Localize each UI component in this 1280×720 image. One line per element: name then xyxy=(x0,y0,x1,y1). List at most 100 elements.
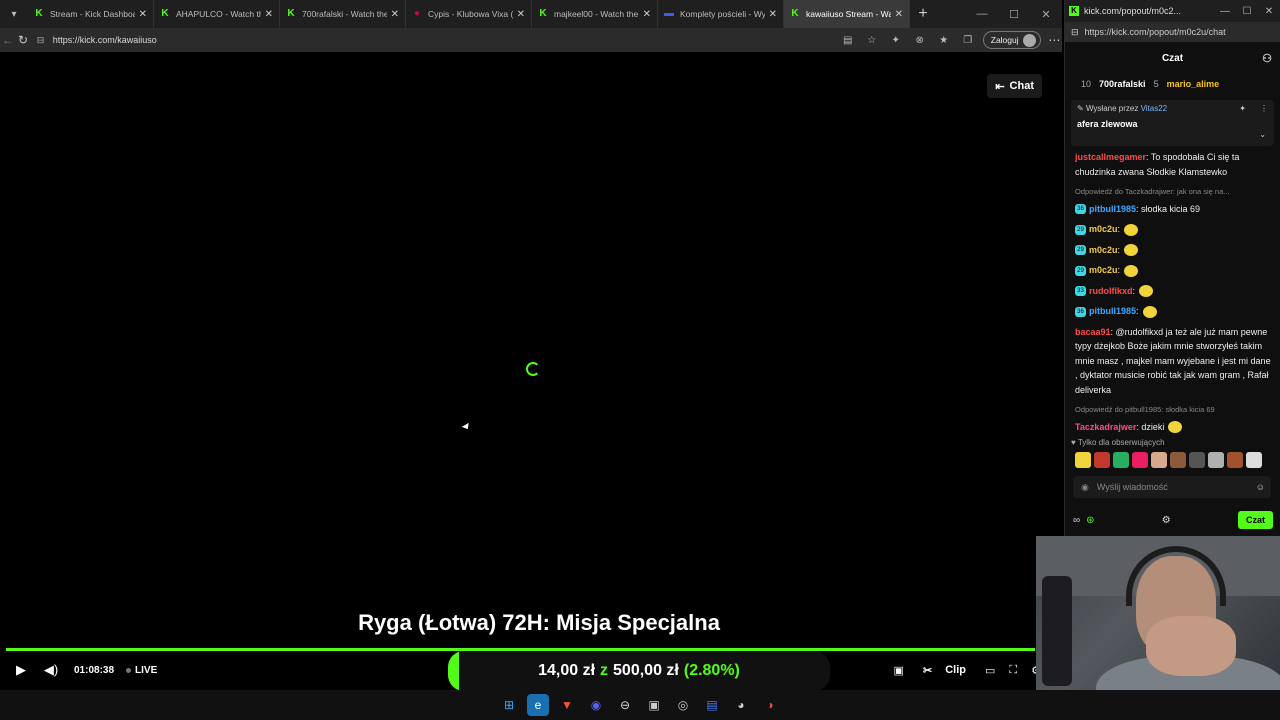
pinned-by-prefix: Wysłane przez xyxy=(1085,104,1139,113)
pinned-message[interactable]: ✎ Wysłane przez Vitas22 afera zlewowa ✦ … xyxy=(1071,100,1274,146)
live-indicator[interactable]: LIVE xyxy=(126,665,157,676)
video-player[interactable]: ⇤ Chat Ryga (Łotwa) 72H: Misja Specjalna… xyxy=(6,52,1056,690)
tab-6-active[interactable]: Kkawaiiuso Stream - Watc ✕ xyxy=(784,0,910,28)
chat-users-icon[interactable]: ⚇ xyxy=(1262,52,1272,65)
reply-context[interactable]: Odpowiedź do Taczkadrajwer: jak ona się … xyxy=(1075,185,1275,200)
chat-username[interactable]: bacaa91 xyxy=(1075,327,1111,337)
tab-3[interactable]: ● Cypis - Klubowa Vixa (Kr ✕ xyxy=(406,0,532,28)
close-icon[interactable]: ✕ xyxy=(769,9,777,20)
more-vertical-icon[interactable]: ⋮ xyxy=(1260,104,1268,113)
volume-icon[interactable]: ◀) xyxy=(36,656,66,684)
loading-spinner-icon xyxy=(526,362,540,376)
steam-icon[interactable]: ◎ xyxy=(672,694,694,716)
reply-context[interactable]: Odpowiedź do pitbull1985: słodka kicia 6… xyxy=(1075,403,1275,418)
edge-icon[interactable]: e xyxy=(527,694,549,716)
miniplayer-icon[interactable]: ▣ xyxy=(889,656,909,684)
chat-username[interactable]: pitbull1985 xyxy=(1089,306,1136,316)
close-icon[interactable]: ✕ xyxy=(643,9,651,20)
url-text: https://kick.com/kawaiiuso xyxy=(52,35,157,45)
emote-icon[interactable] xyxy=(1094,452,1110,468)
store-icon[interactable]: ▤ xyxy=(701,694,723,716)
emote-icon[interactable] xyxy=(1208,452,1224,468)
gifter-name[interactable]: mario_alime xyxy=(1167,79,1220,89)
more-menu-icon[interactable]: ⋯ xyxy=(1047,28,1062,52)
theater-mode-icon[interactable]: ▭ xyxy=(980,656,1000,684)
extensions-icon[interactable]: ✦ xyxy=(885,30,907,50)
fullscreen-icon[interactable]: ⛶ xyxy=(1004,656,1022,684)
chat-toggle-button[interactable]: ⇤ Chat xyxy=(987,74,1042,98)
chat-username[interactable]: m0c2u xyxy=(1089,245,1118,255)
address-bar: ← ↻ ⊟ https://kick.com/kawaiiuso ▤ ☆ ✦ ⊗… xyxy=(0,28,1062,52)
chat-text: : dzieki xyxy=(1136,421,1165,432)
epic-games-icon[interactable]: ▣ xyxy=(643,694,665,716)
minimize-icon[interactable]: — xyxy=(966,0,998,28)
maximize-icon[interactable]: ☐ xyxy=(1236,6,1258,17)
discord-icon[interactable]: ◉ xyxy=(585,694,607,716)
emote-icon xyxy=(1124,223,1139,236)
chat-username[interactable]: pitbull1985 xyxy=(1089,204,1136,214)
windows-start-icon[interactable]: ⊞ xyxy=(498,694,520,716)
chevron-down-icon[interactable]: ⌄ xyxy=(1259,130,1266,139)
brave-icon[interactable]: ▼ xyxy=(556,694,578,716)
media-app-icon[interactable]: ⊖ xyxy=(614,694,636,716)
unpin-icon[interactable]: ✦ xyxy=(1239,104,1246,113)
site-info-icon[interactable]: ⊟ xyxy=(1071,27,1079,38)
url-field[interactable]: ⊟ https://kick.com/kawaiiuso xyxy=(37,31,837,49)
kick-logo-icon[interactable]: ⊛ xyxy=(1086,515,1094,526)
chat-window-url-bar[interactable]: ⊟ https://kick.com/popout/m0c2u/chat xyxy=(1065,22,1280,42)
close-icon[interactable]: ✕ xyxy=(265,9,273,20)
emote-icon[interactable] xyxy=(1189,452,1205,468)
reload-icon[interactable]: ↻ xyxy=(15,28,30,52)
new-tab-icon[interactable]: + xyxy=(910,0,936,28)
minimize-icon[interactable]: — xyxy=(1214,6,1236,17)
emoji-picker-icon[interactable]: ☺ xyxy=(1256,482,1265,492)
close-window-icon[interactable]: ✕ xyxy=(1258,6,1280,17)
login-button[interactable]: Zaloguj xyxy=(982,31,1041,49)
back-icon[interactable]: ← xyxy=(0,28,15,52)
chat-username[interactable]: rudolfikxd xyxy=(1089,286,1133,296)
close-icon[interactable]: ✕ xyxy=(517,9,525,20)
chat-message-input[interactable]: ◉ Wyślij wiadomość ☺ xyxy=(1073,476,1271,498)
emote-icon[interactable] xyxy=(1132,452,1148,468)
chrome-icon[interactable]: ◑ xyxy=(759,694,781,716)
obs-icon[interactable]: ◕ xyxy=(730,694,752,716)
favorites-icon[interactable]: ★ xyxy=(933,30,955,50)
site-info-icon[interactable]: ⊟ xyxy=(37,35,51,46)
close-icon[interactable]: ✕ xyxy=(895,9,903,20)
points-icon[interactable]: ∞ xyxy=(1073,515,1080,526)
emote-icon[interactable] xyxy=(1170,452,1186,468)
close-icon[interactable]: ✕ xyxy=(139,9,147,20)
favorite-star-icon[interactable]: ☆ xyxy=(861,30,883,50)
subscriber-badge-icon: 33 xyxy=(1075,286,1086,297)
emote-icon[interactable] xyxy=(1227,452,1243,468)
chat-window-controls: — ☐ ✕ xyxy=(1214,6,1280,17)
chat-settings-gear-icon[interactable]: ⚙ xyxy=(1162,515,1171,526)
tab-0[interactable]: K Stream - Kick Dashboard ✕ xyxy=(28,0,154,28)
maximize-icon[interactable]: ☐ xyxy=(998,0,1030,28)
emote-icon[interactable] xyxy=(1246,452,1262,468)
emote-icon[interactable] xyxy=(1113,452,1129,468)
close-window-icon[interactable]: ✕ xyxy=(1030,0,1062,28)
gifter-name[interactable]: 700rafalski xyxy=(1099,79,1146,89)
tab-4[interactable]: Kmajkeel00 - Watch the ✕ xyxy=(532,0,658,28)
tab-actions-icon[interactable]: ▾ xyxy=(0,0,28,28)
kick-icon: K xyxy=(35,8,43,19)
collections-icon[interactable]: ❐ xyxy=(957,30,979,50)
send-chat-button[interactable]: Czat xyxy=(1237,511,1273,529)
tab-2[interactable]: K 700rafalski - Watch the ✕ xyxy=(280,0,406,28)
tab-5[interactable]: ▬ Komplety pościeli - Wyg ✕ xyxy=(658,0,784,28)
chat-username[interactable]: justcallmegamer xyxy=(1075,152,1146,162)
subscriber-badge-icon: 29 xyxy=(1075,245,1086,256)
emote-icon[interactable] xyxy=(1075,452,1091,468)
chat-username[interactable]: m0c2u xyxy=(1089,265,1118,275)
play-icon[interactable]: ▶ xyxy=(6,656,36,684)
clip-button[interactable]: ✂ Clip xyxy=(913,656,976,684)
reader-icon[interactable]: ▤ xyxy=(837,30,859,50)
emote-icon[interactable] xyxy=(1151,452,1167,468)
tab-1[interactable]: K AHAPULCO - Watch the ✕ xyxy=(154,0,280,28)
close-icon[interactable]: ✕ xyxy=(391,9,399,20)
chat-username[interactable]: m0c2u xyxy=(1089,224,1118,234)
chat-username[interactable]: Taczkadrajwer xyxy=(1075,422,1136,432)
pinned-by-user[interactable]: Vitas22 xyxy=(1141,104,1168,113)
mute-extension-icon[interactable]: ⊗ xyxy=(909,30,931,50)
